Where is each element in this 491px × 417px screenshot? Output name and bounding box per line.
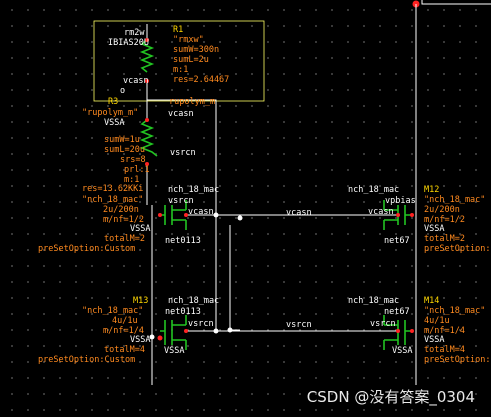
mbr-param-3: totalM=4 <box>424 345 465 355</box>
mtl-pin-left: VSSA <box>130 224 150 234</box>
r1-cell-text: "rmxw" <box>173 35 204 45</box>
mtl-net-text: net0113 <box>165 236 201 246</box>
mbl-pin-right: vsrcn <box>188 319 214 329</box>
mtr-pin-left: vcasn <box>368 207 394 217</box>
mbr-param-1: 4u/1u <box>424 316 450 326</box>
mbl-pin-left: VSSA <box>130 335 150 345</box>
mtr-name-text: M12 <box>424 185 439 195</box>
mbr-pin-right: VSSA <box>424 335 444 345</box>
mtl-param-4: preSetOption:Custom <box>38 244 135 254</box>
mtr-pin-right: VSSA <box>424 224 444 234</box>
mbr-pin-left: vsrcn <box>370 319 396 329</box>
mbl-param-3: totalM=4 <box>104 345 145 355</box>
vsrcn-net-label: vsrcn <box>286 320 312 330</box>
mtl-cell-text: "nch_18_mac" <box>82 195 143 205</box>
mbl-cell-text: "nch_18_mac" <box>82 306 143 316</box>
mbr-model-text: nch_18_mac <box>348 296 399 306</box>
mtr-param-4: preSetOption:Custom <box>424 244 491 254</box>
mtl-param-3: totalM=2 <box>104 234 145 244</box>
r3-top-pin: vcasn <box>168 109 194 119</box>
top-rail-wire <box>421 0 491 5</box>
mbl-bulk-text: VSSA <box>164 346 184 356</box>
schematic-svg: rm2w IBIAS20U R1 "rmxw" sumW=300n sumL=2… <box>38 0 491 385</box>
r3-param-4: prl:1 <box>124 165 150 175</box>
mos-bottom-left <box>157 315 188 350</box>
r1-pin-o: o <box>120 86 125 96</box>
mbr-param-4: preSetOption:Custom <box>424 355 491 365</box>
r3-bottom-pin: vsrcn <box>170 148 196 158</box>
mtr-drain-text: vpbias <box>385 196 416 206</box>
r1-param-2: sumL=2u <box>173 55 209 65</box>
mbr-bulk-text: VSSA <box>392 346 412 356</box>
r3-name-text: R3 <box>108 97 118 107</box>
mbr-name-text: M14 <box>424 296 439 306</box>
mtr-param-1: 2u/200n <box>424 205 460 215</box>
mtl-model-text: nch_18_mac <box>168 185 219 195</box>
mbl-param-1: 4u/1u <box>112 316 138 326</box>
mtl-param-1: 2u/200n <box>103 205 139 215</box>
mbl-drain-text: net0113 <box>165 307 201 317</box>
r1-model-text: rm2w <box>124 28 145 38</box>
r3-param-2: sumL=20u <box>104 145 145 155</box>
mbr-drain-text: net67 <box>384 307 410 317</box>
r1-param-4: res=2.64467 <box>173 75 229 85</box>
mbl-model-text: nch_18_mac <box>168 296 219 306</box>
r1-pin-vcasn: vcasn <box>123 76 149 86</box>
schematic-canvas[interactable]: rm2w IBIAS20U R1 "rmxw" sumW=300n sumL=2… <box>0 0 491 417</box>
mtr-model-text: nch_18_mac <box>348 185 399 195</box>
mbl-name-text: M13 <box>133 296 148 306</box>
r3-param-1: sumW=1u <box>104 135 140 145</box>
mbr-cell-text: "nch_18_mac" <box>424 306 485 316</box>
mtr-cell-text: "nch_18_mac" <box>424 195 485 205</box>
csdn-watermark: CSDN @没有答案_0304 <box>306 388 475 406</box>
r3-param-3: srs=8 <box>120 155 146 165</box>
r3-param-6: res=13.62KKi <box>82 184 143 194</box>
mtr-param-3: totalM=2 <box>424 234 465 244</box>
mtl-pin-right: vcasn <box>188 207 214 217</box>
mtl-drain-text: vsrcn <box>168 196 194 206</box>
r1-inst-text: IBIAS20U <box>108 38 149 48</box>
r3-vdd-text: VSSA <box>104 118 124 128</box>
r1-name-text: R1 <box>173 25 183 35</box>
mtr-net-text: net67 <box>384 236 410 246</box>
r3-cell-text: "rupolym_m" <box>82 108 138 118</box>
r3-model-text: rupolym_m <box>169 97 215 107</box>
r1-param-1: sumW=300n <box>173 45 219 55</box>
vcasn-net-label: vcasn <box>286 208 312 218</box>
mbl-param-4: preSetOption:Custom <box>38 355 135 365</box>
r1-param-3: m:1 <box>173 65 188 75</box>
